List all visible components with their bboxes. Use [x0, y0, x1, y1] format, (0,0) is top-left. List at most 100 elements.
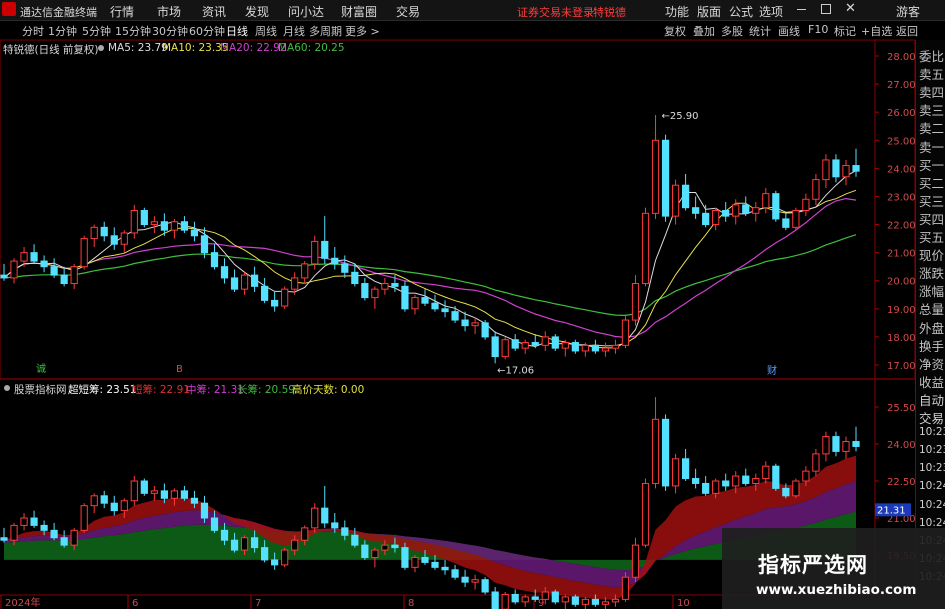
sub-candle	[772, 465, 780, 489]
menu-item-layout[interactable]: 版面	[697, 3, 721, 20]
sub-candle	[641, 482, 650, 546]
minimize-icon[interactable]	[797, 9, 806, 10]
maximize-icon[interactable]	[821, 4, 831, 14]
close-icon[interactable]: ✕	[845, 1, 856, 16]
tool-multi-stock[interactable]: 多股	[721, 23, 743, 39]
event-marker[interactable]: B	[176, 364, 183, 375]
sub-candle	[681, 458, 690, 480]
sub-candle	[140, 480, 148, 494]
timeframe-daily[interactable]: 日线	[226, 23, 248, 39]
sub-candle	[261, 547, 269, 561]
candle	[321, 240, 329, 259]
sub-candle	[331, 522, 339, 529]
sub-candle	[321, 507, 329, 524]
menu-item-wealth[interactable]: 财富圈	[341, 3, 377, 20]
event-marker[interactable]: 财	[767, 364, 777, 377]
sub-candle	[712, 480, 720, 494]
tool-mark[interactable]: 标记	[834, 23, 856, 39]
sub-candle	[501, 593, 509, 609]
time-tick-label: 2024年	[5, 596, 40, 609]
candle	[291, 277, 299, 290]
candle	[621, 319, 630, 346]
sub-candle	[571, 596, 579, 605]
tool-adjust[interactable]: 复权	[664, 23, 686, 39]
sub-legend-settings-icon[interactable]	[4, 385, 10, 391]
event-marker[interactable]: 诚	[36, 363, 46, 375]
price-tick-label: 27.00	[887, 80, 915, 91]
candle	[391, 283, 399, 287]
candle	[90, 226, 98, 240]
tool-add-watchlist[interactable]: +自选	[861, 23, 892, 39]
side-panel-item: 涨跌	[919, 266, 945, 282]
sub-candle	[752, 478, 760, 484]
timeframe-30min[interactable]: 30分钟	[152, 23, 188, 39]
candle	[120, 232, 128, 245]
menu-item-options[interactable]: 选项	[759, 3, 783, 20]
candle	[220, 266, 229, 279]
side-panel-item: 自动	[919, 392, 945, 408]
menu-item-discover[interactable]: 发现	[245, 3, 269, 20]
menu-item-news[interactable]: 资讯	[202, 3, 226, 20]
tool-overlay[interactable]: 叠加	[693, 23, 715, 39]
watermark-url: www.xuezhibiao.com	[756, 582, 917, 598]
price-tick-label: 18.00	[887, 333, 915, 344]
menu-item-markets[interactable]: 市场	[157, 3, 181, 20]
kline-chart[interactable]: 28.00 27.00 26.00 25.00 24.00 23.00 22.00 21.00…	[0, 40, 915, 609]
side-panel-item: 买三	[919, 193, 945, 209]
side-panel-item: 卖三	[919, 103, 945, 119]
tool-stats[interactable]: 统计	[749, 23, 771, 39]
candle	[240, 274, 249, 290]
legend-settings-icon[interactable]	[98, 45, 104, 51]
timeframe-multi[interactable]: 多周期	[309, 23, 342, 39]
timeframe-intraday[interactable]: 分时	[22, 23, 44, 39]
candle	[70, 266, 78, 285]
sub-candle	[541, 591, 549, 600]
timeframe-5min[interactable]: 5分钟	[82, 23, 111, 39]
sub-candle	[491, 591, 499, 609]
timeframe-15min[interactable]: 15分钟	[115, 23, 151, 39]
menu-item-market[interactable]: 行情	[110, 3, 134, 20]
tool-f10[interactable]: F10	[808, 23, 828, 36]
candle	[421, 297, 429, 304]
candle	[822, 159, 830, 181]
menu-item-trade[interactable]: 交易	[396, 3, 420, 20]
timeframe-1min[interactable]: 1分钟	[48, 23, 77, 39]
timeframe-weekly[interactable]: 周线	[255, 23, 277, 39]
right-toolbar: 复权 叠加 多股 统计 画线 F10 标记 +自选 返回	[660, 21, 945, 39]
candle	[20, 252, 28, 262]
sub-candle	[511, 593, 519, 603]
menu-item-function[interactable]: 功能	[665, 3, 689, 20]
price-tick-label: 28.00	[887, 52, 915, 63]
price-tick-label: 24.00	[887, 164, 915, 175]
timeframe-more[interactable]: 更多 >	[345, 23, 380, 39]
sub-candle	[471, 579, 479, 583]
sub-candle	[411, 556, 419, 568]
sub-candle	[551, 591, 559, 603]
tool-draw[interactable]: 画线	[778, 23, 800, 39]
tool-back[interactable]: 返回	[896, 23, 918, 39]
timeframe-60min[interactable]: 60分钟	[189, 23, 225, 39]
quote-side-panel: 委比 卖五 卖四 卖三 卖二 卖一 买一 买二 买三 买四 买五 现价 涨跌 涨幅 总量 外盘 换手 净资 收益 自动…	[915, 40, 945, 585]
sub-candle	[481, 579, 489, 593]
ma5-line	[3, 170, 857, 349]
trade-login-notice[interactable]: 证券交易未登录	[517, 4, 594, 20]
candle	[170, 221, 179, 231]
stock-link[interactable]: 特锐德	[593, 4, 626, 20]
candle	[30, 252, 38, 262]
candle	[150, 221, 158, 226]
candle	[0, 274, 8, 279]
side-panel-item: 10:24	[919, 516, 945, 529]
app-logo-icon	[2, 2, 16, 16]
side-panel-item: 涨幅	[919, 284, 945, 300]
time-tick-label: 8	[408, 598, 414, 609]
candle	[381, 283, 389, 290]
sub-candle	[421, 556, 429, 563]
guest-label[interactable]: 游客	[896, 3, 920, 20]
sub-candle	[391, 544, 399, 549]
menu-item-ask[interactable]: 问小达	[288, 3, 324, 20]
candle	[692, 207, 700, 214]
timeframe-monthly[interactable]: 月线	[283, 23, 305, 39]
menu-item-formula[interactable]: 公式	[729, 3, 753, 20]
sub-candle	[822, 436, 830, 455]
side-panel-item: 10:23	[919, 444, 945, 457]
